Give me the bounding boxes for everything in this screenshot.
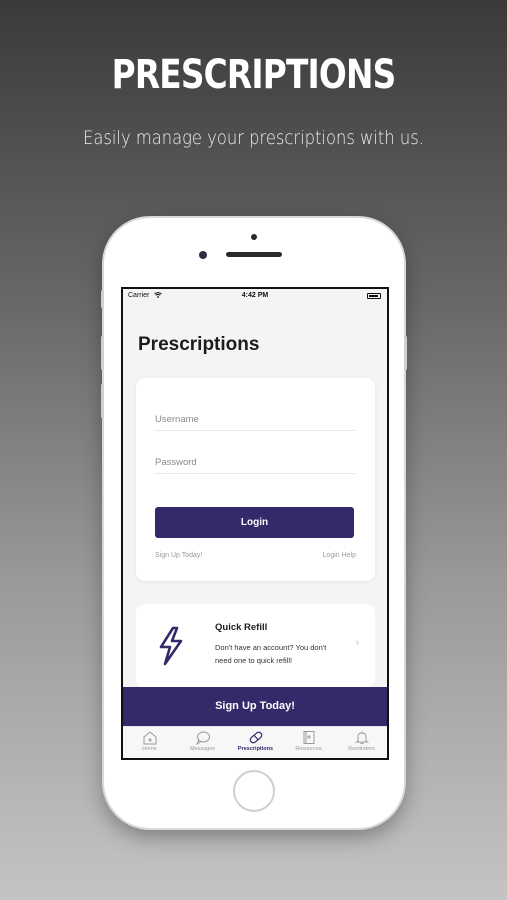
quick-refill-description: Don't have an account? You don't need on… — [215, 643, 327, 665]
tab-messages-label: Messages — [189, 746, 216, 752]
tab-reminders-label: Reminders — [348, 746, 375, 752]
mute-switch — [101, 290, 104, 308]
front-camera — [199, 251, 207, 259]
username-field-wrapper — [155, 409, 356, 431]
home-button[interactable] — [233, 770, 275, 812]
lightning-bolt-icon — [159, 626, 183, 666]
password-field-wrapper — [155, 452, 356, 474]
book-icon — [303, 731, 314, 744]
bell-icon — [354, 731, 369, 745]
tab-prescriptions[interactable]: Prescriptions — [229, 727, 282, 758]
earpiece-speaker — [226, 252, 282, 257]
quick-refill-card[interactable]: Quick Refill Don't have an account? You … — [136, 604, 375, 688]
tab-home[interactable]: Home — [123, 727, 176, 758]
hero-title: PRESCRIPTIONS — [111, 52, 397, 98]
sign-up-banner-button[interactable]: Sign Up Today! — [123, 687, 387, 726]
sensor-dot — [251, 234, 257, 240]
tab-home-label: Home — [142, 746, 157, 752]
phone-frame: Carrier 4:42 PM Prescriptions Login Sign… — [101, 218, 407, 828]
tab-prescriptions-label: Prescriptions — [237, 746, 274, 752]
hero-subtitle: Easily manage your prescriptions with us… — [83, 127, 424, 149]
tab-resources[interactable]: Resources — [282, 727, 335, 758]
password-input[interactable] — [155, 452, 356, 473]
sign-up-link[interactable]: Sign Up Today! — [155, 552, 202, 559]
username-input[interactable] — [155, 409, 356, 430]
pill-icon — [249, 731, 262, 744]
login-help-link[interactable]: Login Help — [323, 552, 356, 559]
page-title: Prescriptions — [138, 334, 260, 355]
login-button[interactable]: Login — [155, 507, 354, 538]
quick-refill-title: Quick Refill — [215, 622, 268, 633]
volume-down-button — [101, 384, 104, 418]
status-bar: Carrier 4:42 PM — [123, 289, 387, 303]
app-screen: Carrier 4:42 PM Prescriptions Login Sign… — [121, 287, 389, 760]
tab-resources-label: Resources — [295, 746, 322, 752]
tab-reminders[interactable]: Reminders — [335, 727, 387, 758]
chevron-right-icon: › — [355, 637, 359, 648]
tab-messages[interactable]: Messages — [176, 727, 229, 758]
volume-up-button — [101, 336, 104, 370]
power-button — [404, 336, 407, 370]
battery-icon — [367, 293, 381, 299]
clock-label: 4:42 PM — [241, 292, 269, 299]
chat-bubble-icon — [195, 731, 210, 745]
home-icon — [143, 731, 156, 745]
tab-bar: Home Messages Prescriptions Resources Re… — [123, 726, 387, 758]
login-card: Login Sign Up Today! Login Help — [136, 378, 375, 581]
